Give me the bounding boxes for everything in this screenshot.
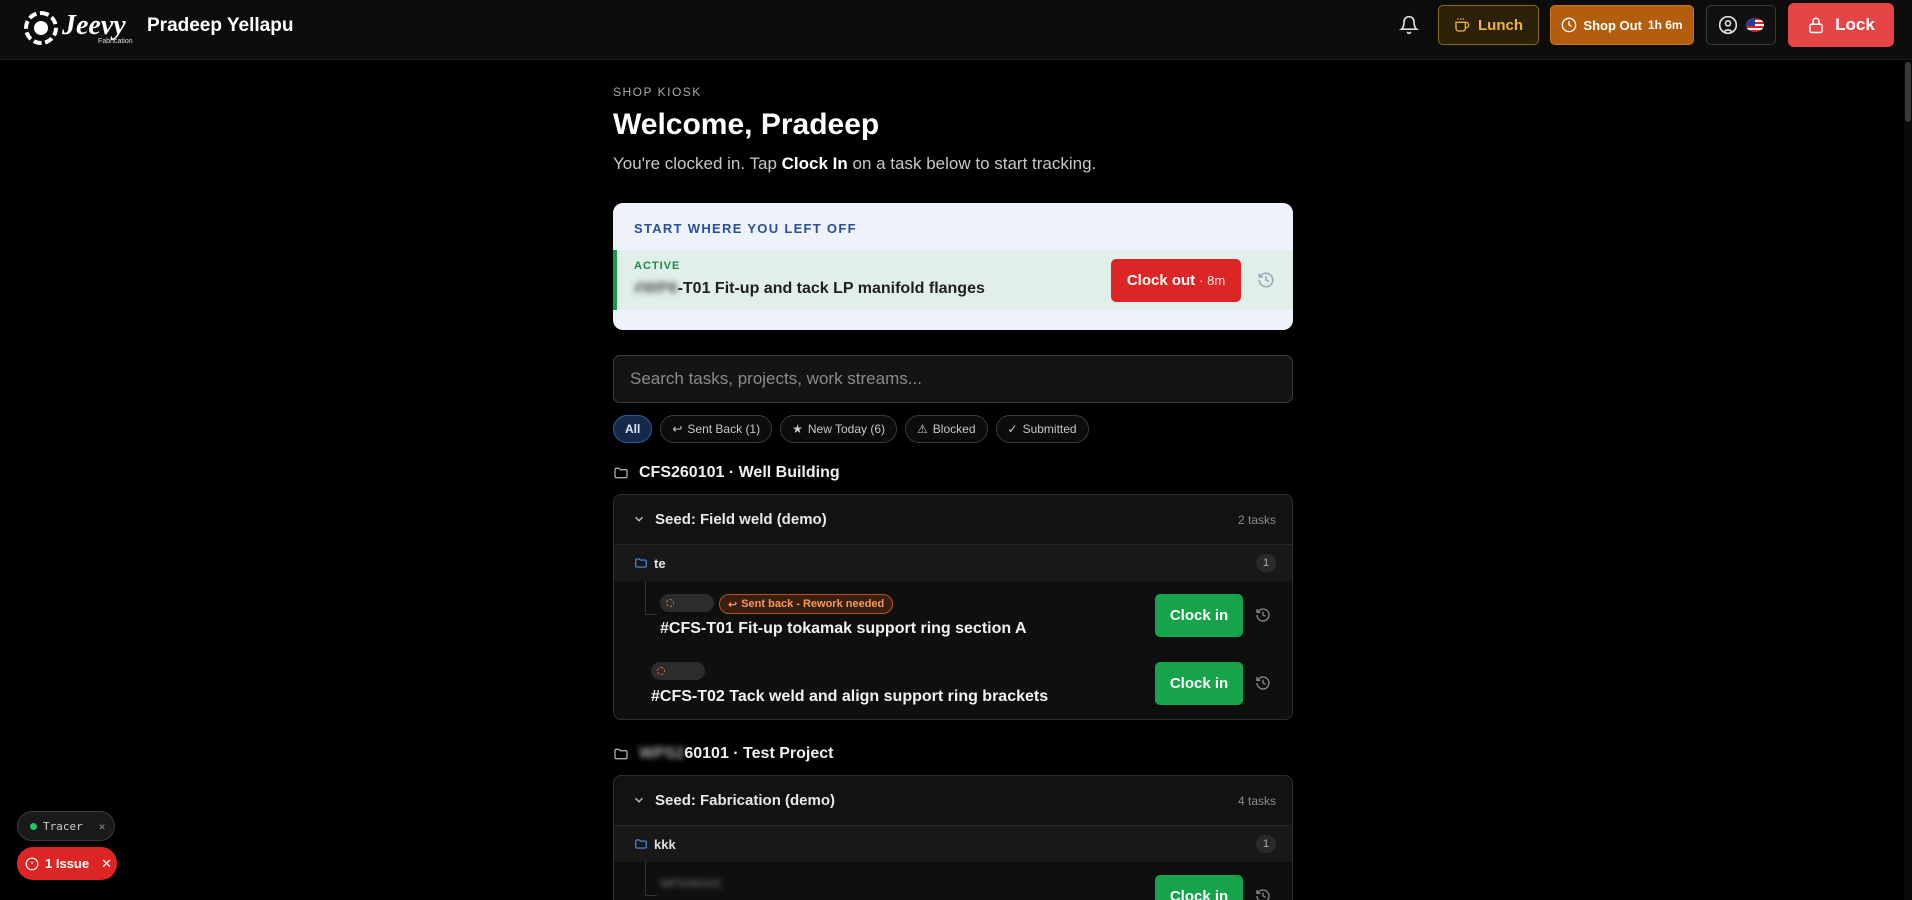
work-stream-name: te [654, 556, 666, 571]
work-stream-count: 1 [1256, 835, 1276, 853]
return-arrow-icon: ↩ [728, 598, 738, 611]
profile-language-button[interactable] [1706, 5, 1776, 45]
active-task-title[interactable]: #WP6-T01 Fit-up and tack LP manifold fla… [634, 280, 985, 298]
active-status-label: ACTIVE [634, 260, 681, 272]
tracer-label: Tracer [43, 819, 83, 833]
group-title: Seed: Field weld (demo) [655, 511, 827, 528]
clock-icon [1562, 17, 1577, 33]
task-row: ↩ Sent back - Rework needed #CFS-T01 Fit-… [614, 581, 1292, 649]
user-name: Pradeep Yellapu [147, 15, 294, 36]
lunch-label: Lunch [1478, 16, 1523, 34]
history-icon[interactable] [1257, 271, 1275, 289]
filter-chips: All ↩ Sent Back (1) ★ New Today (6) ⚠ Block… [613, 415, 1089, 443]
scrollbar-thumb[interactable] [1905, 62, 1911, 122]
work-stream-name: kkk [654, 837, 676, 852]
filter-chip-new-today[interactable]: ★ New Today (6) [780, 415, 898, 443]
top-bar: Jeevy Fabrication Pradeep Yellapu Lunch … [0, 0, 1912, 60]
alert-circle-icon [25, 857, 39, 870]
coffee-cup-icon [1455, 18, 1470, 32]
folder-open-icon [635, 558, 647, 568]
task-row: #CFS-T02 Tack weld and align support rin… [614, 649, 1292, 717]
close-icon[interactable]: ✕ [101, 856, 112, 872]
user-circle-icon [1718, 15, 1738, 35]
folder-icon [614, 748, 628, 760]
chevron-down-icon [634, 797, 644, 803]
project-heading[interactable]: WPS260101 · Test Project [613, 745, 833, 763]
group-header[interactable]: Seed: Fabrication (demo) 4 tasks [614, 776, 1292, 826]
group-task-count: 4 tasks [1237, 794, 1276, 808]
lunch-button[interactable]: Lunch [1438, 5, 1539, 45]
page-subtext: You're clocked in. Tap Clock In on a tas… [613, 154, 1097, 173]
filter-chip-all[interactable]: All [613, 415, 653, 443]
project-heading[interactable]: CFS260101 · Well Building [613, 464, 840, 482]
resume-title: START WHERE YOU LEFT OFF [634, 221, 857, 236]
work-stream-row[interactable]: kkk 1 [614, 826, 1292, 862]
task-title[interactable]: #CFS-T02 Tack weld and align support rin… [651, 688, 1048, 706]
task-row: WPS260101 Clock in [614, 862, 1292, 900]
company-logo-badge [660, 594, 714, 612]
sent-back-badge: ↩ Sent back - Rework needed [719, 594, 894, 614]
return-arrow-icon: ↩ [672, 422, 683, 436]
page-title: Welcome, Pradeep [613, 108, 880, 141]
notifications-bell-icon[interactable] [1397, 13, 1421, 37]
search-input[interactable] [613, 355, 1293, 403]
tree-connector [645, 581, 657, 615]
logo-subtitle: Fabrication [98, 37, 133, 45]
us-flag-icon [1746, 18, 1764, 32]
tracer-pill[interactable]: Tracer ✕ [17, 811, 115, 841]
task-title[interactable]: #CFS-T01 Fit-up tokamak support ring sec… [660, 620, 1027, 638]
active-task-row: ACTIVE #WP6-T01 Fit-up and tack LP manif… [613, 250, 1293, 310]
gear-logo-icon [24, 11, 58, 45]
company-logo-badge [651, 662, 705, 680]
history-icon[interactable] [1255, 675, 1271, 691]
group-task-count: 2 tasks [1237, 513, 1276, 527]
blurred-badge: WPS260101 [660, 878, 722, 890]
logo-wordmark: Jeevy [62, 9, 126, 41]
shop-out-duration: 1h 6m [1647, 18, 1683, 32]
jeevy-logo[interactable]: Jeevy Fabrication [24, 6, 133, 50]
work-stream-row[interactable]: te 1 [614, 545, 1292, 581]
page-kicker: SHOP KIOSK [613, 85, 702, 99]
clock-in-button[interactable]: Clock in [1155, 594, 1243, 637]
work-stream-count: 1 [1256, 554, 1276, 572]
clock-out-button[interactable]: Clock out · 8m [1111, 259, 1241, 302]
status-dot [30, 822, 37, 830]
group-title: Seed: Fabrication (demo) [655, 792, 836, 809]
issue-label: 1 Issue [45, 856, 90, 871]
shop-out-label: Shop Out [1583, 17, 1642, 33]
issue-pill[interactable]: 1 Issue ✕ [17, 847, 117, 880]
chevron-down-icon [634, 516, 644, 522]
folder-open-icon [635, 839, 647, 849]
tree-connector [645, 862, 657, 896]
lock-label: Lock [1835, 15, 1875, 34]
star-icon: ★ [792, 422, 803, 436]
resume-card: START WHERE YOU LEFT OFF ACTIVE #WP6-T01… [613, 203, 1293, 330]
task-group: Seed: Field weld (demo) 2 tasks te 1 ↩ Se… [613, 494, 1293, 720]
warning-icon: ⚠ [917, 422, 928, 436]
filter-chip-blocked[interactable]: ⚠ Blocked [905, 415, 988, 443]
shop-out-button[interactable]: Shop Out 1h 6m [1550, 5, 1694, 45]
group-header[interactable]: Seed: Field weld (demo) 2 tasks [614, 495, 1292, 545]
folder-icon [614, 467, 628, 479]
task-group: Seed: Fabrication (demo) 4 tasks kkk 1 W… [613, 775, 1293, 900]
history-icon[interactable] [1255, 888, 1271, 900]
clock-in-button[interactable]: Clock in [1155, 875, 1243, 900]
lock-icon [1809, 17, 1823, 34]
history-icon[interactable] [1255, 607, 1271, 623]
filter-chip-submitted[interactable]: ✓ Submitted [995, 415, 1089, 443]
check-icon: ✓ [1007, 422, 1018, 436]
scrollbar[interactable] [1904, 60, 1912, 900]
clock-in-button[interactable]: Clock in [1155, 662, 1243, 705]
lock-button[interactable]: Lock [1788, 3, 1894, 47]
filter-chip-sent-back[interactable]: ↩ Sent Back (1) [660, 415, 773, 443]
close-icon[interactable]: ✕ [99, 820, 106, 833]
